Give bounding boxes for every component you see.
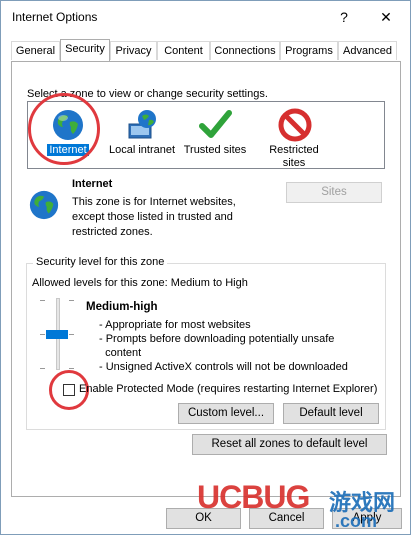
- zone-local-intranet[interactable]: Local intranet: [106, 108, 178, 156]
- slider-tick: [69, 368, 74, 369]
- tab-programs[interactable]: Programs: [280, 41, 338, 60]
- security-level-bullets: - Appropriate for most websites - Prompt…: [99, 318, 379, 374]
- help-button[interactable]: ?: [331, 7, 357, 27]
- close-button[interactable]: ✕: [373, 7, 399, 27]
- zone-trusted-sites[interactable]: Trusted sites: [183, 108, 247, 156]
- security-level-group: Security level for this zone Allowed lev…: [26, 256, 386, 430]
- slider-tick: [40, 334, 45, 335]
- zone-trusted-sites-label: Trusted sites: [183, 144, 247, 156]
- internet-options-window: Internet Options ? ✕ General Security Pr…: [0, 0, 411, 535]
- tab-advanced[interactable]: Advanced: [338, 41, 397, 60]
- zone-info-globe-icon: [28, 189, 62, 223]
- zone-info-description: This zone is for Internet websites, exce…: [72, 195, 236, 240]
- security-level-bullet: - Unsigned ActiveX controls will not be …: [99, 361, 348, 373]
- custom-level-button[interactable]: Custom level...: [178, 403, 274, 424]
- reset-all-zones-button[interactable]: Reset all zones to default level: [192, 434, 387, 455]
- zone-restricted-sites[interactable]: Restricted sites: [264, 108, 326, 170]
- security-level-bullet: - Appropriate for most websites: [99, 319, 251, 331]
- zone-info-desc-line: This zone is for Internet websites,: [72, 196, 236, 208]
- zone-internet-label: Internet: [47, 144, 89, 156]
- zone-prompt: Select a zone to view or change security…: [27, 88, 268, 100]
- zone-info-desc-line: restricted zones.: [72, 226, 153, 238]
- zone-info-title: Internet: [72, 178, 113, 190]
- security-level-bullet: - Prompts before downloading potentially…: [99, 333, 335, 345]
- tab-privacy[interactable]: Privacy: [110, 41, 157, 60]
- security-level-name: Medium-high: [86, 301, 158, 313]
- security-tab-panel: Select a zone to view or change security…: [11, 61, 401, 497]
- zone-list: Internet Local intranet Trusted sites Re…: [27, 101, 385, 169]
- slider-thumb[interactable]: [46, 330, 68, 339]
- security-level-bullet: content: [99, 347, 142, 359]
- tab-content[interactable]: Content: [157, 41, 210, 60]
- checkmark-icon: [198, 108, 232, 142]
- slider-tick: [69, 334, 74, 335]
- window-title: Internet Options: [12, 10, 98, 24]
- protected-mode-label: Enable Protected Mode (requires restarti…: [79, 383, 378, 395]
- security-level-slider[interactable]: [40, 298, 74, 370]
- ok-button[interactable]: OK: [166, 508, 241, 529]
- no-entry-icon: [278, 108, 312, 142]
- security-level-group-title: Security level for this zone: [33, 256, 168, 268]
- intranet-icon: [125, 108, 159, 142]
- default-level-button[interactable]: Default level: [283, 403, 379, 424]
- apply-button[interactable]: Apply: [332, 508, 402, 529]
- protected-mode-checkbox[interactable]: [63, 384, 75, 396]
- zone-internet[interactable]: Internet: [42, 108, 94, 156]
- zone-local-intranet-label: Local intranet: [108, 144, 176, 156]
- tab-connections[interactable]: Connections: [210, 41, 280, 60]
- zone-info-desc-line: except those listed in trusted and: [72, 211, 233, 223]
- tab-security[interactable]: Security: [60, 39, 110, 61]
- slider-tick: [40, 368, 45, 369]
- allowed-levels-text: Allowed levels for this zone: Medium to …: [32, 277, 248, 289]
- slider-tick: [69, 300, 74, 301]
- globe-icon: [51, 108, 85, 142]
- slider-tick: [40, 300, 45, 301]
- zone-restricted-sites-label: Restricted sites: [269, 144, 319, 169]
- sites-button[interactable]: Sites: [286, 182, 382, 203]
- cancel-button[interactable]: Cancel: [249, 508, 324, 529]
- tab-general[interactable]: General: [11, 41, 60, 60]
